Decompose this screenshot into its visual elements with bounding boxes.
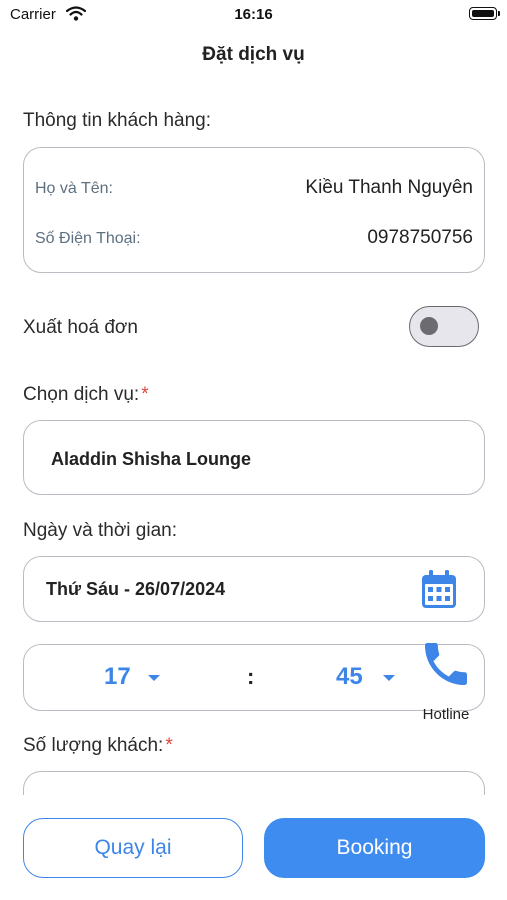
service-label-text: Chọn dịch vụ: xyxy=(23,384,140,405)
service-label: Chọn dịch vụ: * xyxy=(23,384,149,406)
customer-info-card: Họ và Tên: Kiều Thanh Nguyên Số Điện Tho… xyxy=(23,147,485,273)
datetime-label: Ngày và thời gian: xyxy=(23,520,177,541)
booking-button[interactable]: Booking xyxy=(264,818,485,878)
required-mark: * xyxy=(141,384,149,405)
service-selected-value: Aladdin Shisha Lounge xyxy=(51,449,252,469)
hotline-label: Hotline xyxy=(422,706,470,723)
hour-chevron-down-icon[interactable] xyxy=(148,675,160,681)
guests-label-text: Số lượng khách: xyxy=(23,735,164,756)
status-time: 16:16 xyxy=(234,6,273,23)
service-select[interactable]: Aladdin Shisha Lounge xyxy=(23,420,485,495)
name-label: Họ và Tên: xyxy=(35,180,113,197)
phone-icon xyxy=(418,636,474,697)
toggle-knob xyxy=(420,317,438,335)
customer-info-label: Thông tin khách hàng: xyxy=(23,110,212,131)
battery-icon xyxy=(469,7,500,20)
date-value: Thứ Sáu - 26/07/2024 xyxy=(46,579,226,599)
name-row: Họ và Tên: Kiều Thanh Nguyên xyxy=(35,174,473,204)
minute-chevron-down-icon[interactable] xyxy=(383,675,395,681)
phone-label: Số Điện Thoại: xyxy=(35,230,141,247)
hotline-button[interactable]: Hotline xyxy=(408,636,486,726)
guests-label: Số lượng khách: * xyxy=(23,735,173,757)
date-picker[interactable]: Thứ Sáu - 26/07/2024 xyxy=(23,556,485,622)
invoice-label: Xuất hoá đơn xyxy=(23,317,138,338)
status-bar: Carrier 16:16 xyxy=(0,0,507,32)
phone-value: 0978750756 xyxy=(367,227,473,248)
phone-row: Số Điện Thoại: 0978750756 xyxy=(35,224,473,254)
minute-select[interactable]: 45 xyxy=(336,663,363,691)
invoice-toggle[interactable] xyxy=(409,306,479,347)
time-separator: : xyxy=(247,664,255,689)
hour-select[interactable]: 17 xyxy=(104,663,131,691)
name-value: Kiều Thanh Nguyên xyxy=(305,177,473,198)
back-button[interactable]: Quay lại xyxy=(23,818,243,878)
required-mark: * xyxy=(165,735,173,756)
calendar-icon[interactable] xyxy=(420,570,458,615)
page-title: Đặt dịch vụ xyxy=(202,44,305,65)
